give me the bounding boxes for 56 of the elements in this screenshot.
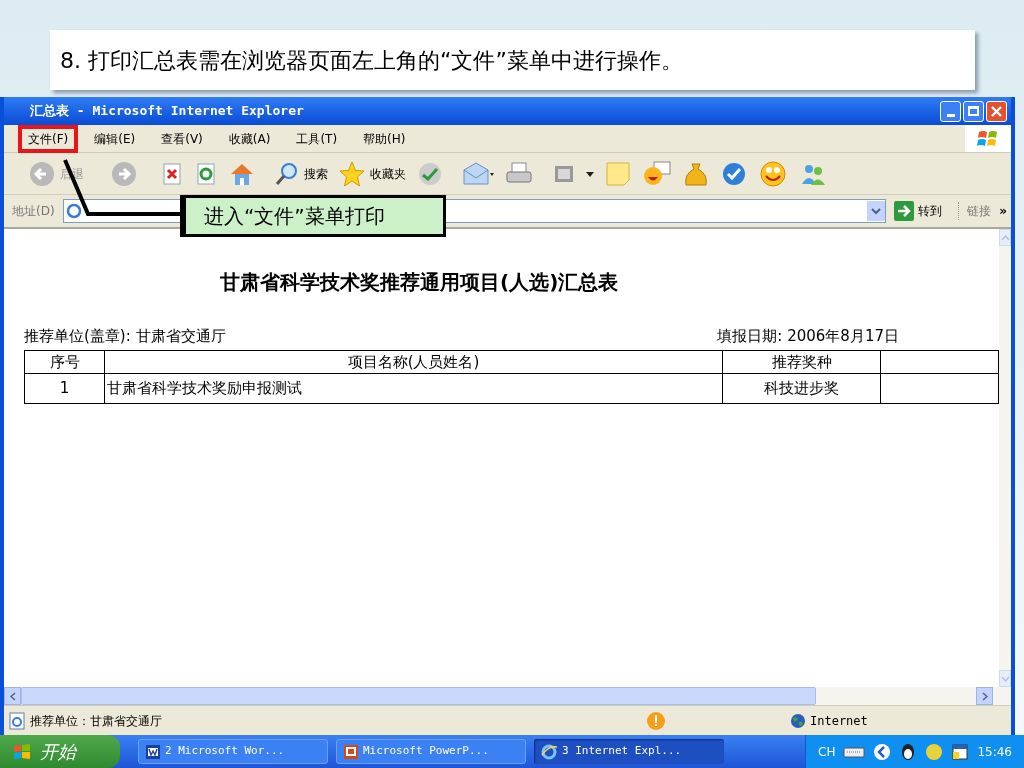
column-header: 序号 [24,350,105,374]
search-button[interactable]: 搜索 [274,160,328,187]
refresh-icon[interactable] [194,161,218,186]
windows-logo-icon [977,128,999,149]
close-icon [991,105,1002,117]
taskbar-button[interactable]: 2 Microsoft Wor... [138,739,328,764]
go-button[interactable]: 转到 [894,201,943,221]
column-header: 项目名称(人员姓名) [104,350,723,374]
scroll-right-icon[interactable] [981,691,988,701]
menu-item[interactable]: 工具(T) [286,124,348,153]
window-icon[interactable] [951,742,970,761]
windows-logo-icon [12,742,32,761]
keyboard-icon[interactable] [843,745,866,758]
chevron-left-icon[interactable] [873,742,892,761]
menu-item[interactable]: 文件(F) [18,124,79,153]
start-button[interactable]: 开始 [0,735,120,768]
recommending-unit: 推荐单位(盖章): 甘肃省交通厅 [24,326,226,347]
more-button[interactable]: » [999,202,1007,220]
scroll-left-icon[interactable] [9,691,16,701]
menu-item[interactable]: 编辑(E) [84,124,146,153]
favorites-button[interactable]: 收藏夹 [338,159,406,188]
page-icon [8,711,26,730]
links-button[interactable]: 链接 [958,202,992,220]
window-title: 汇总表 - Microsoft Internet Explorer [30,102,304,121]
globe-icon [790,712,806,729]
taskbar-button[interactable]: 3 Internet Expl... [534,739,724,764]
security-zone: Internet [810,712,868,730]
slides-icon [343,743,359,760]
warning-icon [646,710,666,731]
smiley-icon[interactable] [758,159,788,188]
maximize-button[interactable] [963,100,984,122]
column-header: 推荐奖种 [722,350,881,374]
star-icon [338,159,366,188]
menu-item[interactable]: 收藏(A) [218,124,281,153]
document-title: 甘肃省科学技术奖推荐通用项目(人选)汇总表 [219,269,620,296]
horizontal-scrollbar[interactable] [4,687,1011,705]
slide-heading: 8. 打印汇总表需在浏览器页面左上角的“文件”菜单中进行操作。 [50,30,975,90]
menu-item[interactable]: 帮助(H) [353,124,416,153]
page-icon [65,203,82,219]
taskbar-button[interactable]: Microsoft PowerP... [336,739,526,764]
close-button[interactable] [986,100,1007,122]
table-cell: 甘肃省科学技术奖励申报测试 [104,373,723,404]
minimize-button[interactable] [940,100,961,122]
table-cell: 科技进步奖 [722,373,881,404]
search-icon [274,160,300,187]
document-icon [145,743,161,760]
dropdown-arrow-icon[interactable] [586,169,594,178]
browser-icon [540,742,558,761]
address-label: 地址(D) [12,203,55,220]
table-cell: 1 [24,373,105,404]
menu-item[interactable]: 查看(V) [151,124,213,153]
stop-icon[interactable] [160,161,184,186]
report-date: 填报日期: 2006年8月17日 [717,326,899,347]
callout-tooltip: 进入“文件”菜单打印 [180,195,446,237]
status-text: 推荐单位：甘肃省交通厅 [30,712,162,730]
smiley-mail-icon[interactable] [642,159,672,188]
